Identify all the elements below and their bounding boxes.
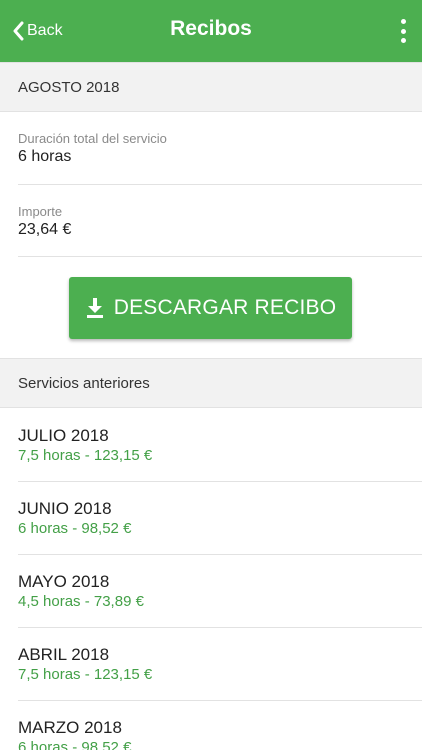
- service-list-item[interactable]: MAYO 2018 4,5 horas - 73,89 €: [0, 555, 422, 628]
- divider: [18, 256, 422, 257]
- service-list-item[interactable]: JULIO 2018 7,5 horas - 123,15 €: [0, 409, 422, 482]
- service-list-item[interactable]: ABRIL 2018 7,5 horas - 123,15 €: [0, 628, 422, 701]
- amount-value: 23,64 €: [18, 221, 72, 238]
- service-list-item[interactable]: JUNIO 2018 6 horas - 98,52 €: [0, 482, 422, 555]
- download-button-label: DESCARGAR RECIBO: [113, 296, 337, 319]
- app-bar: Back Recibos: [0, 0, 422, 62]
- current-month-header: AGOSTO 2018: [0, 62, 422, 112]
- divider: [18, 184, 422, 185]
- service-list-item[interactable]: MARZO 2018 6 horas - 98,52 €: [0, 701, 422, 750]
- download-receipt-button[interactable]: DESCARGAR RECIBO: [69, 277, 352, 339]
- service-detail: 4,5 horas - 73,89 €: [18, 593, 144, 610]
- service-detail: 7,5 horas - 123,15 €: [18, 447, 153, 464]
- service-month: JUNIO 2018: [18, 499, 112, 518]
- page-title: Recibos: [170, 17, 252, 40]
- service-month: JULIO 2018: [18, 426, 109, 445]
- service-month: MAYO 2018: [18, 572, 110, 591]
- service-detail: 6 horas - 98,52 €: [18, 520, 132, 537]
- service-month: MARZO 2018: [18, 718, 122, 737]
- previous-services-header: Servicios anteriores: [0, 358, 422, 408]
- service-detail: 7,5 horas - 123,15 €: [18, 666, 153, 683]
- service-detail: 6 horas - 98,52 €: [18, 739, 132, 750]
- download-icon: [86, 298, 103, 318]
- duration-value: 6 horas: [18, 148, 72, 165]
- duration-label: Duración total del servicio: [18, 131, 167, 146]
- amount-label: Importe: [18, 204, 63, 219]
- more-options-icon[interactable]: [398, 19, 408, 43]
- service-month: ABRIL 2018: [18, 645, 110, 664]
